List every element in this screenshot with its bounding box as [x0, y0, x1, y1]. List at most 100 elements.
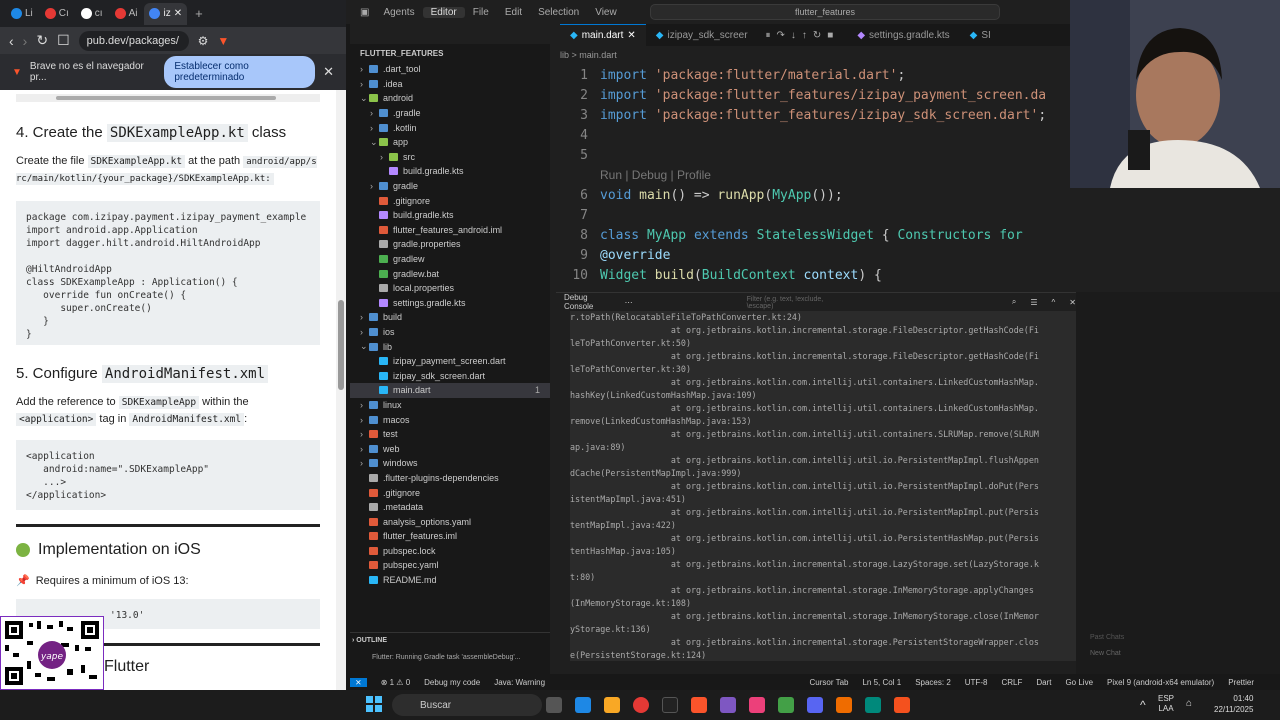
tree-item[interactable]: › .dart_tool	[350, 62, 550, 77]
menu-editor[interactable]: Editor	[422, 6, 465, 18]
tree-item[interactable]: .metadata	[350, 500, 550, 515]
editor-tab[interactable]: ◆ settings.gradle.kts	[847, 24, 959, 46]
line-ending[interactable]: CRLF	[1001, 678, 1022, 687]
tree-item[interactable]: pubspec.lock	[350, 544, 550, 559]
taskbar-search[interactable]: Buscar	[392, 694, 542, 716]
chrome-icon[interactable]	[633, 697, 649, 713]
menu-selection[interactable]: Selection	[530, 7, 587, 18]
code-editor[interactable]: 1 import 'package:flutter/material.dart';…	[560, 68, 1080, 290]
prettier-status[interactable]: Prettier	[1228, 678, 1254, 687]
windows-start-icon[interactable]	[366, 696, 382, 712]
search-icon[interactable]: ⌕	[1012, 297, 1016, 307]
menu-file[interactable]: File	[465, 7, 497, 18]
layout-icon[interactable]: ▣	[346, 7, 375, 18]
command-center[interactable]: flutter_features	[650, 4, 1000, 20]
tree-item[interactable]: › web	[350, 441, 550, 456]
tree-item[interactable]: › test	[350, 427, 550, 442]
remote-icon[interactable]: ⨯	[350, 677, 367, 687]
tree-item[interactable]: .gitignore	[350, 485, 550, 500]
browser-tab[interactable]: cı	[76, 3, 108, 25]
new-tab-icon[interactable]: +	[189, 6, 209, 21]
tree-item[interactable]: gradlew	[350, 252, 550, 267]
tree-item[interactable]: pubspec.yaml	[350, 558, 550, 573]
set-default-button[interactable]: Establecer como predeterminado	[164, 56, 316, 88]
maximize-icon[interactable]: ^	[1052, 298, 1056, 307]
tree-item[interactable]: ⌄ app	[350, 135, 550, 150]
bookmark-icon[interactable]: ☐	[57, 32, 70, 49]
menu-agents[interactable]: Agents	[375, 7, 422, 18]
horizontal-scrollbar[interactable]	[16, 94, 320, 102]
console-filter-input[interactable]: Filter (e.g. text, !exclude, \escape)	[747, 296, 848, 310]
breadcrumb[interactable]: lib > main.dart	[560, 50, 617, 66]
past-chats-label[interactable]: Past Chats	[1090, 634, 1124, 641]
browser-tab[interactable]: Li	[6, 3, 38, 25]
tree-item[interactable]: flutter_features_android.iml	[350, 223, 550, 238]
browser-tab[interactable]: Ai	[110, 3, 143, 25]
file-explorer-icon[interactable]	[604, 697, 620, 713]
encoding[interactable]: UTF-8	[965, 678, 988, 687]
tree-item[interactable]: izipay_sdk_screen.dart	[350, 368, 550, 383]
copilot-icon[interactable]	[575, 697, 591, 713]
editor-tab[interactable]: ◆ SI	[960, 24, 1001, 46]
network-icon[interactable]: ⌂	[1186, 698, 1192, 709]
app-icon-2[interactable]	[778, 697, 794, 713]
close-tab-icon[interactable]: ✕	[174, 8, 182, 19]
tree-item[interactable]: izipay_payment_screen.dart	[350, 354, 550, 369]
tree-item[interactable]: flutter_features.iml	[350, 529, 550, 544]
close-tab-icon[interactable]: ✕	[627, 30, 635, 41]
reload-icon[interactable]: ↻	[36, 32, 48, 49]
discord-icon[interactable]	[807, 697, 823, 713]
go-live[interactable]: Go Live	[1065, 678, 1093, 687]
close-panel-icon[interactable]: ✕	[1069, 298, 1076, 307]
app-icon-5[interactable]	[894, 697, 910, 713]
console-output[interactable]: r.toPath(RelocatableFileToPathConverter.…	[556, 311, 1076, 661]
tree-item[interactable]: .gitignore	[350, 193, 550, 208]
tree-item[interactable]: › ios	[350, 325, 550, 340]
problems-indicator[interactable]: ⊗ 1 ⚠ 0	[381, 678, 410, 687]
cursor-tab-status[interactable]: Cursor Tab	[810, 678, 849, 687]
menu-edit[interactable]: Edit	[497, 7, 530, 18]
tray-chevron-icon[interactable]: ^	[1140, 698, 1146, 712]
forward-icon[interactable]: ›	[23, 33, 28, 49]
language-mode[interactable]: Dart	[1036, 678, 1051, 687]
tree-item[interactable]: › macos	[350, 412, 550, 427]
tree-item[interactable]: › linux	[350, 398, 550, 413]
debug-indicator[interactable]: Debug my code	[424, 678, 480, 687]
tree-item[interactable]: › .idea	[350, 77, 550, 92]
editor-tab[interactable]: ◆ izipay_sdk_screer	[646, 24, 758, 46]
tree-item[interactable]: local.properties	[350, 281, 550, 296]
tree-item[interactable]: main.dart 1	[350, 383, 550, 398]
tree-item[interactable]: gradlew.bat	[350, 266, 550, 281]
tree-item[interactable]: › .gradle	[350, 106, 550, 121]
back-icon[interactable]: ‹	[9, 33, 14, 49]
app-icon-3[interactable]	[836, 697, 852, 713]
clock[interactable]: 01:40 22/11/2025	[1214, 693, 1253, 715]
tree-item[interactable]: › windows	[350, 456, 550, 471]
address-bar[interactable]: pub.dev/packages/	[78, 30, 189, 51]
browser-tab[interactable]: iz ✕	[144, 2, 188, 25]
tree-item[interactable]: › src	[350, 150, 550, 165]
debug-console-tab[interactable]: Debug Console	[564, 293, 611, 311]
outline-section[interactable]: › OUTLINE	[350, 632, 550, 644]
tree-item[interactable]: .flutter-plugins-dependencies	[350, 471, 550, 486]
clear-icon[interactable]: ☰	[1030, 298, 1037, 307]
editor-tab[interactable]: ◆ main.dart ✕	[560, 24, 646, 46]
brave-icon[interactable]	[691, 697, 707, 713]
close-infobar-icon[interactable]: ✕	[323, 64, 334, 80]
java-status[interactable]: Java: Warning	[494, 678, 545, 687]
input-language[interactable]: ESP LAA	[1158, 694, 1174, 714]
tree-item[interactable]: settings.gradle.kts	[350, 296, 550, 311]
tree-item[interactable]: ⌄ android	[350, 91, 550, 106]
tiktok-icon[interactable]	[749, 697, 765, 713]
tree-item[interactable]: › .kotlin	[350, 120, 550, 135]
tree-item[interactable]: › gradle	[350, 179, 550, 194]
task-view-icon[interactable]	[546, 697, 562, 713]
debug-toolbar[interactable]: ⏸↷↓↑↻■	[758, 30, 848, 41]
cursor-app-icon[interactable]	[662, 697, 678, 713]
tree-item[interactable]: README.md	[350, 573, 550, 588]
tree-item[interactable]: build.gradle.kts	[350, 208, 550, 223]
tree-item[interactable]: gradle.properties	[350, 237, 550, 252]
page-scrollbar[interactable]	[336, 90, 346, 690]
app-icon-1[interactable]	[720, 697, 736, 713]
menu-view[interactable]: View	[587, 7, 625, 18]
